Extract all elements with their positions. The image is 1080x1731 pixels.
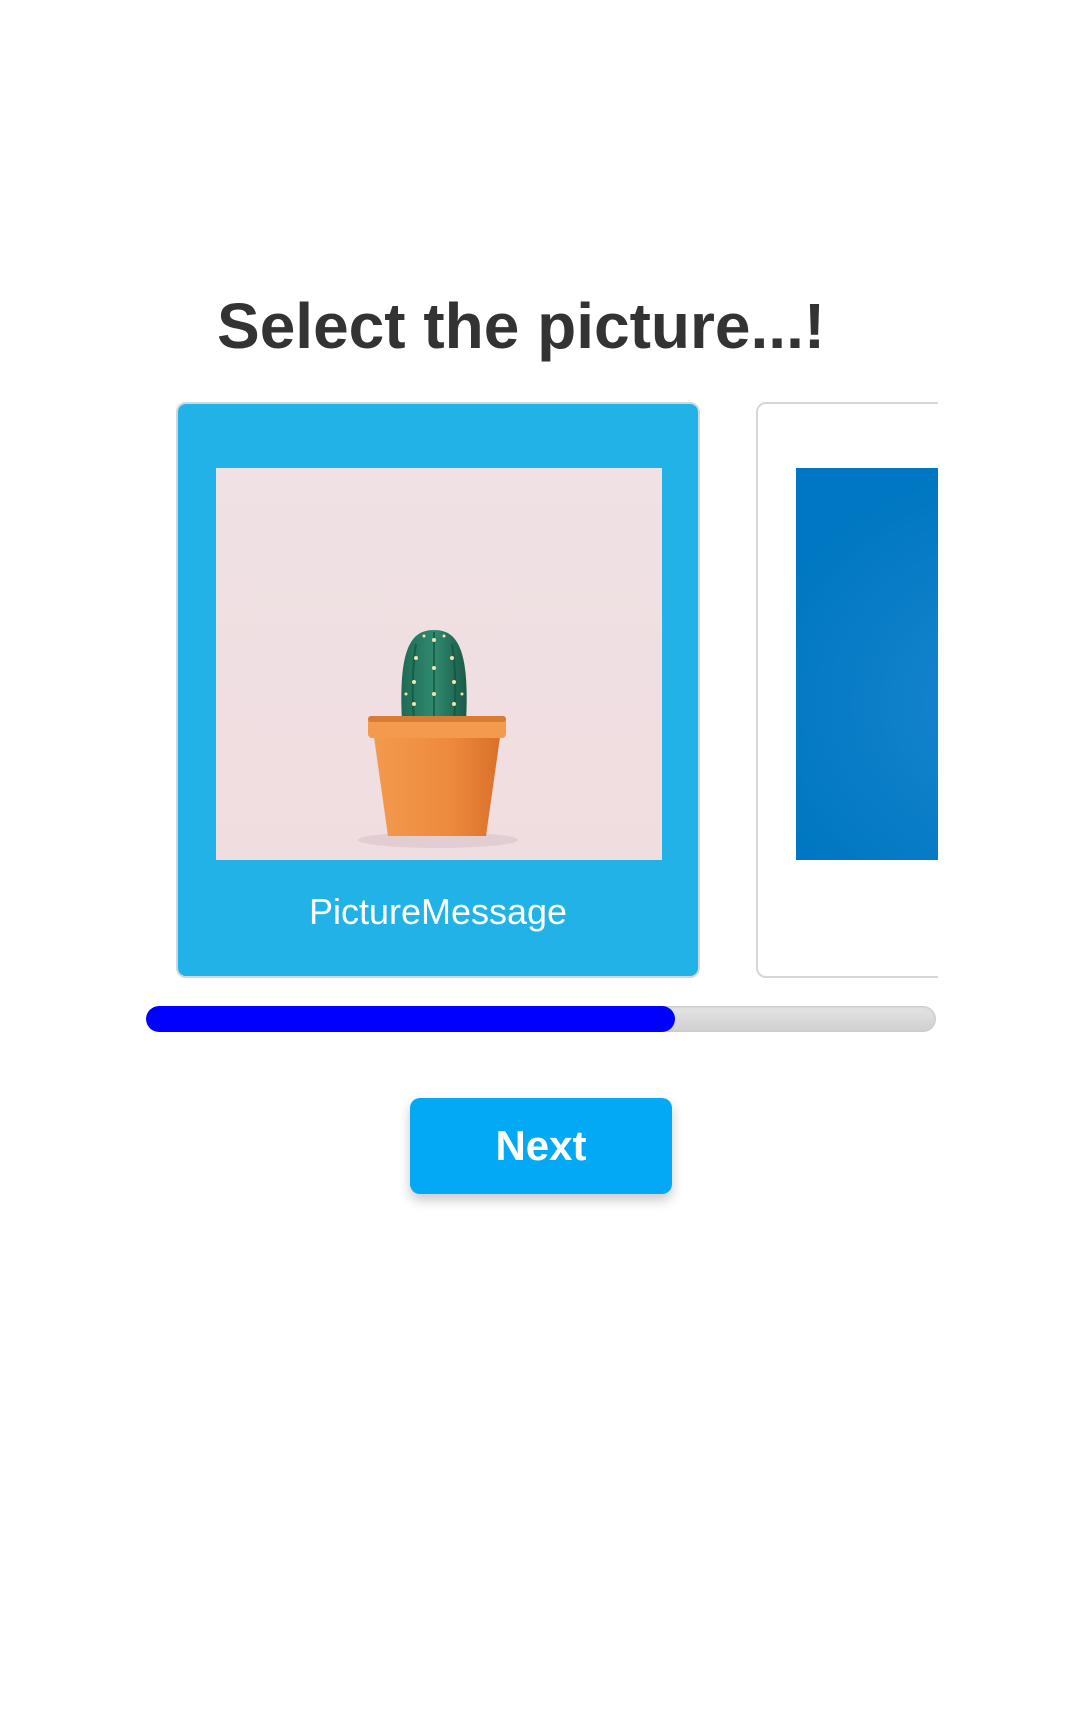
picture-carousel[interactable]: PictureMessage S	[146, 396, 938, 996]
carousel-scrollbar[interactable]	[146, 1006, 936, 1032]
picture-card-selected[interactable]: PictureMessage	[176, 402, 700, 978]
picture-card[interactable]: S	[756, 402, 938, 978]
screen: Select the picture...! PictureMessage Ne…	[0, 0, 1080, 1731]
cactus-photo	[216, 468, 662, 860]
page-title: Select the picture...!	[217, 290, 826, 362]
picture-card-label: S	[758, 890, 938, 934]
next-button[interactable]: Next	[410, 1098, 672, 1194]
carousel-scrollbar-thumb[interactable]	[146, 1006, 676, 1032]
blue-photo	[796, 468, 938, 860]
picture-card-label: PictureMessage	[308, 891, 568, 932]
